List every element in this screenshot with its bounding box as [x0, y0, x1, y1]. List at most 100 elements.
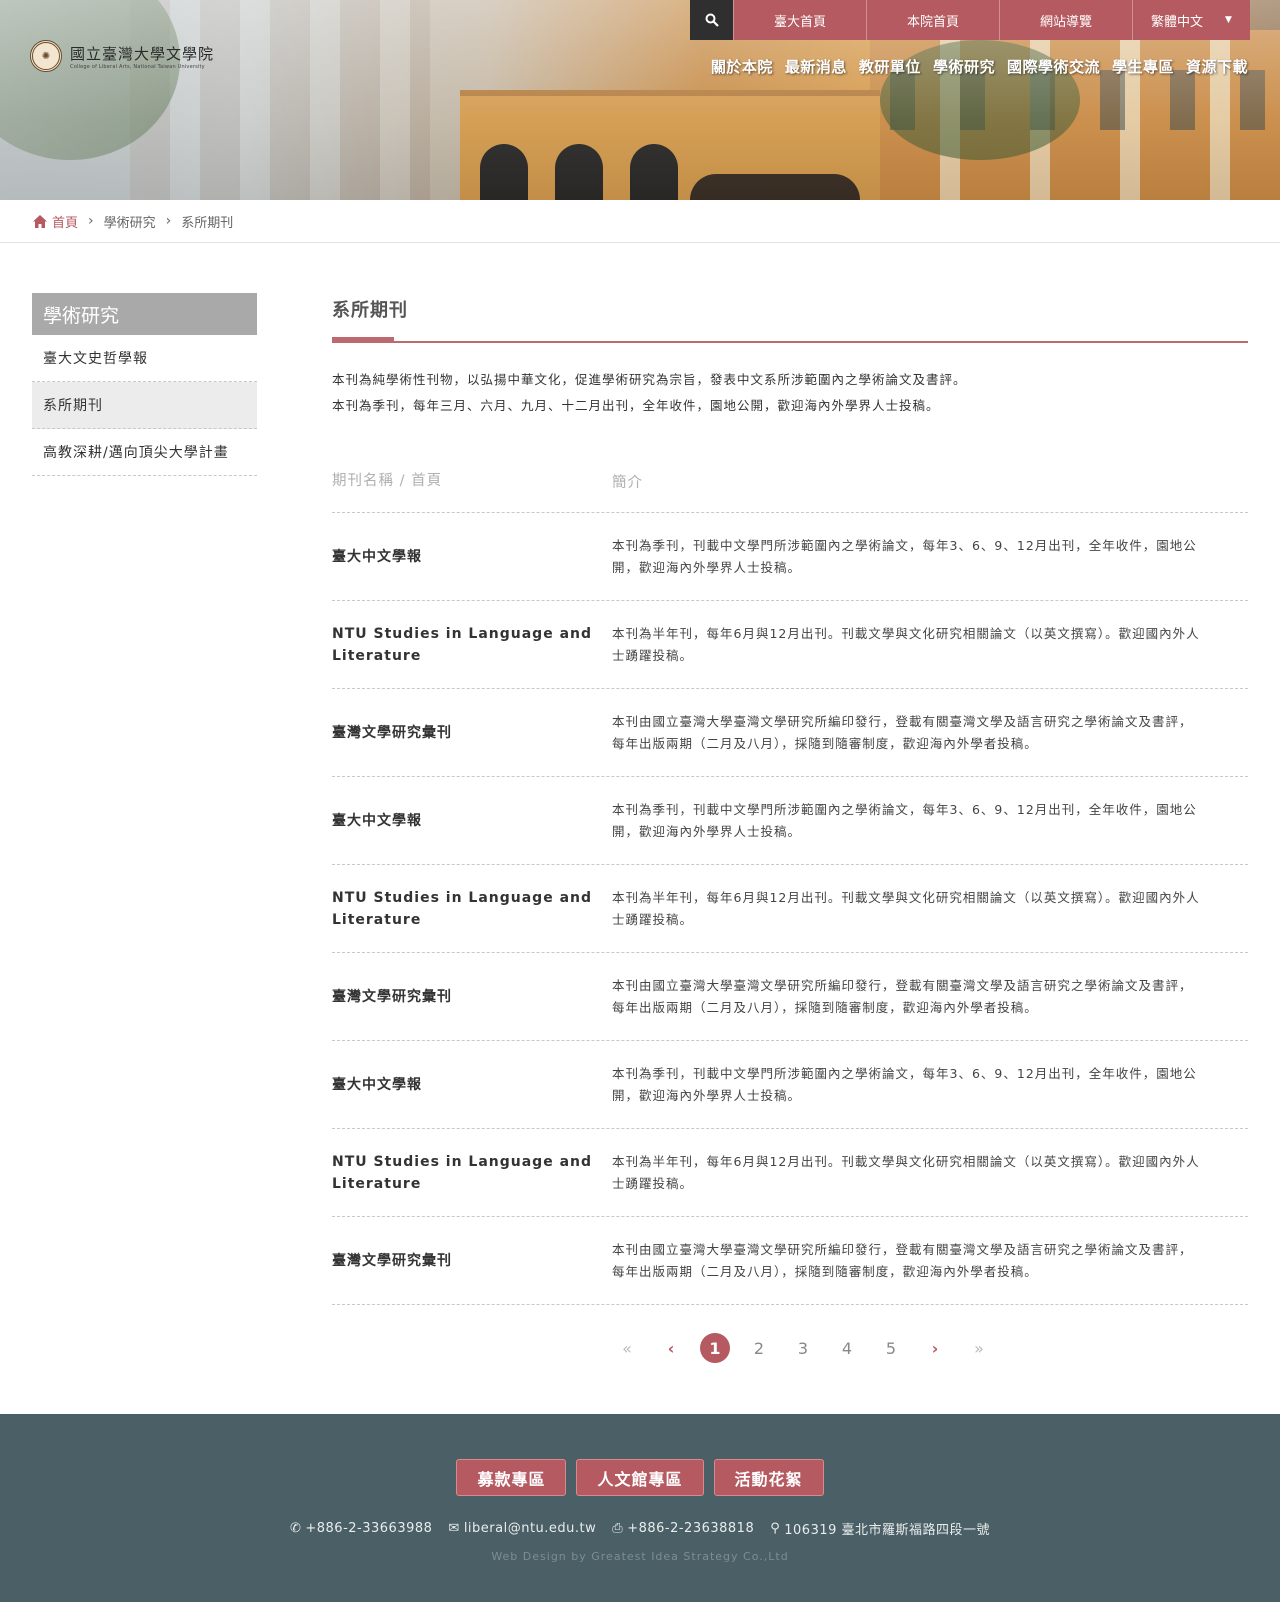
site-logo[interactable]: ✺ 國立臺灣大學文學院 College of Liberal Arts, Nat… [30, 40, 214, 72]
table-header: 期刊名稱 / 首頁 簡介 [332, 463, 1248, 513]
fax-text: +886-2-23638818 [627, 1521, 755, 1536]
journal-description: 本刊為季刊，刊載中文學門所涉範圍內之學術論文，每年3、6、9、12月出刊，全年收… [612, 537, 1197, 575]
breadcrumb-home-label: 首頁 [52, 215, 79, 231]
sidebar-item-journal[interactable]: 臺大文史哲學報 [32, 335, 257, 382]
search-button[interactable] [690, 0, 733, 40]
table-row: 臺灣文學研究彙刊 本刊由國立臺灣大學臺灣文學研究所編印發行，登載有關臺灣文學及語… [332, 689, 1248, 777]
page-button-current[interactable]: 1 [700, 1333, 730, 1363]
breadcrumb-level1[interactable]: 學術研究 [104, 212, 156, 231]
title-divider [332, 337, 1248, 343]
journal-description: 本刊為季刊，刊載中文學門所涉範圍內之學術論文，每年3、6、9、12月出刊，全年收… [612, 1065, 1197, 1103]
sidebar-title: 學術研究 [32, 293, 257, 335]
journal-name-link[interactable]: 臺灣文學研究彙刊 [332, 722, 612, 744]
column-header-desc: 簡介 [612, 475, 643, 491]
phone-icon: ✆ [289, 1521, 302, 1536]
journal-name-link[interactable]: 臺大中文學報 [332, 546, 612, 568]
contact-info: ✆ +886-2-33663988 ✉ liberal@ntu.edu.tw ⎙… [0, 1519, 1280, 1538]
next-page-button[interactable]: › [920, 1333, 950, 1363]
contact-address: ⚲ 106319 臺北市羅斯福路四段一號 [770, 1519, 990, 1538]
table-row: 臺大中文學報 本刊為季刊，刊載中文學門所涉範圍內之學術論文，每年3、6、9、12… [332, 513, 1248, 601]
main-content: 系所期刊 本刊為純學術性刊物，以弘揚中華文化，促進學術研究為宗旨，發表中文系所涉… [332, 293, 1248, 1305]
table-row: 臺大中文學報 本刊為季刊，刊載中文學門所涉範圍內之學術論文，每年3、6、9、12… [332, 777, 1248, 865]
humanities-hall-button[interactable]: 人文館專區 [576, 1459, 704, 1496]
journal-description: 本刊由國立臺灣大學臺灣文學研究所編印發行，登載有關臺灣文學及語言研究之學術論文及… [612, 1241, 1193, 1279]
journal-name-link[interactable]: NTU Studies in Language and Literature [332, 1151, 612, 1195]
nav-downloads[interactable]: 資源下載 [1186, 56, 1248, 77]
logo-name-en: College of Liberal Arts, National Taiwan… [70, 63, 205, 70]
nav-students[interactable]: 學生專區 [1112, 56, 1174, 77]
fax-icon: ⎙ [612, 1521, 624, 1536]
topbar-link-sitemap[interactable]: 網站導覽 [999, 0, 1132, 40]
nav-about[interactable]: 關於本院 [711, 56, 773, 77]
logo-name-zh: 國立臺灣大學文學院 [70, 44, 215, 63]
events-gallery-button[interactable]: 活動花絮 [713, 1459, 824, 1496]
journal-description: 本刊為半年刊，每年6月與12月出刊。刊載文學與文化研究相關論文（以英文撰寫）。歡… [612, 625, 1200, 663]
design-credit[interactable]: Web Design by Greatest Idea Strategy Co.… [0, 1550, 1280, 1563]
last-page-button[interactable]: » [964, 1333, 994, 1363]
mail-icon: ✉ [448, 1521, 460, 1536]
search-icon [705, 13, 719, 27]
email-text: liberal@ntu.edu.tw [463, 1521, 597, 1536]
pagination: « ‹ 1 2 3 4 5 › » [612, 1333, 1008, 1363]
language-label: 繁體中文 [1151, 14, 1204, 30]
breadcrumb: 首頁 › 學術研究 › 系所期刊 [0, 200, 1280, 243]
topbar-link-ntu-home[interactable]: 臺大首頁 [733, 0, 866, 40]
prev-page-button[interactable]: ‹ [656, 1333, 686, 1363]
address-text: 106319 臺北市羅斯福路四段一號 [784, 1523, 991, 1538]
table-row: 臺灣文學研究彙刊 本刊由國立臺灣大學臺灣文學研究所編印發行，登載有關臺灣文學及語… [332, 1217, 1248, 1305]
column-header-name: 期刊名稱 / 首頁 [332, 473, 443, 489]
home-icon [33, 214, 47, 228]
first-page-button[interactable]: « [612, 1333, 642, 1363]
university-seal-icon: ✺ [30, 40, 62, 72]
language-select[interactable]: 繁體中文 ▼ [1132, 0, 1250, 40]
journal-description: 本刊為半年刊，每年6月與12月出刊。刊載文學與文化研究相關論文（以英文撰寫）。歡… [612, 1153, 1200, 1191]
journal-name-link[interactable]: 臺灣文學研究彙刊 [332, 986, 612, 1008]
sidebar-item-dept-journals[interactable]: 系所期刊 [32, 382, 257, 429]
sidebar: 學術研究 臺大文史哲學報 系所期刊 高教深耕/邁向頂尖大學計畫 [32, 293, 257, 476]
top-utility-bar: 臺大首頁 本院首頁 網站導覽 繁體中文 ▼ [690, 0, 1250, 40]
intro-paragraph: 本刊為季刊，每年三月、六月、九月、十二月出刊，全年收件，園地公開，歡迎海內外學界… [332, 398, 940, 413]
footer-buttons: 募款專區 人文館專區 活動花絮 [0, 1459, 1280, 1496]
page-button[interactable]: 4 [832, 1333, 862, 1363]
contact-fax: ⎙ +886-2-23638818 [612, 1519, 754, 1538]
page-button[interactable]: 3 [788, 1333, 818, 1363]
sidebar-item-higher-ed-program[interactable]: 高教深耕/邁向頂尖大學計畫 [32, 429, 257, 476]
nav-research[interactable]: 學術研究 [933, 56, 995, 77]
page-button[interactable]: 5 [876, 1333, 906, 1363]
contact-phone[interactable]: ✆ +886-2-33663988 [290, 1519, 432, 1538]
chevron-right-icon: › [165, 213, 172, 229]
intro-text: 本刊為純學術性刊物，以弘揚中華文化，促進學術研究為宗旨，發表中文系所涉範圍內之學… [332, 367, 1248, 419]
map-marker-icon: ⚲ [770, 1521, 781, 1536]
breadcrumb-home[interactable]: 首頁 [33, 212, 78, 231]
page-title: 系所期刊 [332, 300, 408, 321]
journal-description: 本刊為季刊，刊載中文學門所涉範圍內之學術論文，每年3、6、9、12月出刊，全年收… [612, 801, 1197, 839]
table-row: NTU Studies in Language and Literature 本… [332, 1129, 1248, 1217]
chevron-right-icon: › [88, 213, 94, 229]
footer: 募款專區 人文館專區 活動花絮 ✆ +886-2-33663988 ✉ libe… [0, 1414, 1280, 1602]
phone-text: +886-2-33663988 [305, 1521, 433, 1536]
contact-email[interactable]: ✉ liberal@ntu.edu.tw [448, 1519, 596, 1538]
intro-paragraph: 本刊為純學術性刊物，以弘揚中華文化，促進學術研究為宗旨，發表中文系所涉範圍內之學… [332, 372, 967, 387]
table-row: NTU Studies in Language and Literature 本… [332, 865, 1248, 953]
hero-fade [0, 0, 420, 200]
journal-name-link[interactable]: 臺灣文學研究彙刊 [332, 1250, 612, 1272]
nav-international[interactable]: 國際學術交流 [1007, 56, 1100, 77]
caret-down-icon: ▼ [1225, 15, 1232, 25]
journal-description: 本刊由國立臺灣大學臺灣文學研究所編印發行，登載有關臺灣文學及語言研究之學術論文及… [612, 713, 1193, 751]
page-button[interactable]: 2 [744, 1333, 774, 1363]
journal-description: 本刊由國立臺灣大學臺灣文學研究所編印發行，登載有關臺灣文學及語言研究之學術論文及… [612, 977, 1193, 1015]
table-row: 臺大中文學報 本刊為季刊，刊載中文學門所涉範圍內之學術論文，每年3、6、9、12… [332, 1041, 1248, 1129]
journal-name-link[interactable]: NTU Studies in Language and Literature [332, 623, 612, 667]
topbar-link-college-home[interactable]: 本院首頁 [866, 0, 999, 40]
nav-news[interactable]: 最新消息 [785, 56, 847, 77]
nav-departments[interactable]: 教研單位 [859, 56, 921, 77]
journal-name-link[interactable]: 臺大中文學報 [332, 810, 612, 832]
journal-name-link[interactable]: 臺大中文學報 [332, 1074, 612, 1096]
table-row: NTU Studies in Language and Literature 本… [332, 601, 1248, 689]
hero-banner: ✺ 國立臺灣大學文學院 College of Liberal Arts, Nat… [0, 0, 1280, 200]
journal-description: 本刊為半年刊，每年6月與12月出刊。刊載文學與文化研究相關論文（以英文撰寫）。歡… [612, 889, 1200, 927]
main-nav: 關於本院 最新消息 教研單位 學術研究 國際學術交流 學生專區 資源下載 [711, 56, 1248, 77]
table-row: 臺灣文學研究彙刊 本刊由國立臺灣大學臺灣文學研究所編印發行，登載有關臺灣文學及語… [332, 953, 1248, 1041]
journal-name-link[interactable]: NTU Studies in Language and Literature [332, 887, 612, 931]
donation-button[interactable]: 募款專區 [456, 1459, 567, 1496]
